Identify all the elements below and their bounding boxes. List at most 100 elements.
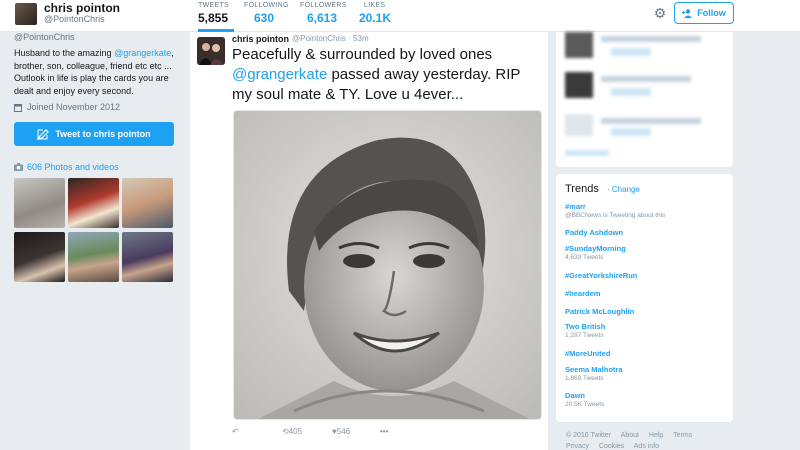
trend-name: Seema Malhotra — [565, 365, 623, 374]
trend-item[interactable]: #SundayMorning 4,639 Tweets — [565, 244, 729, 261]
reply-icon[interactable]: ↶ — [232, 427, 239, 436]
footer-links: © 2016 Twitter About Help Terms Privacy … — [566, 430, 736, 450]
retweet-count: 405 — [288, 427, 303, 436]
photo-thumbnail[interactable] — [14, 232, 65, 282]
trend-subtext: 1,869 Tweets — [565, 375, 604, 382]
tweet-to-button[interactable]: Tweet to chris pointon — [14, 122, 174, 146]
trend-name: Patrick McLoughlin — [565, 307, 635, 316]
trend-item[interactable]: Patrick McLoughlin — [565, 307, 729, 316]
tweet-text: Peacefully & surrounded by loved ones @g… — [232, 45, 544, 105]
pencil-portrait-image — [234, 111, 541, 419]
photo-thumbnail[interactable] — [68, 232, 119, 282]
gear-icon[interactable]: ⚙ — [652, 5, 668, 21]
photos-videos-link[interactable]: 606 Photos and videos — [14, 162, 119, 172]
trends-change-link[interactable]: · Change — [607, 185, 640, 194]
follow-label: Follow — [697, 8, 726, 18]
photo-thumbnail[interactable] — [122, 178, 173, 228]
trend-name: #heardem — [565, 289, 601, 298]
more-icon[interactable]: ••• — [380, 427, 388, 436]
trend-subtext: @BBCNews is Tweeting about this — [565, 212, 666, 219]
photo-thumbnail[interactable] — [14, 178, 65, 228]
retweet-button[interactable]: ⟲ 405 — [282, 427, 302, 436]
trend-item[interactable]: Two British 1,287 Tweets — [565, 322, 729, 339]
who-to-follow-panel — [556, 32, 733, 167]
footer-cookies-link[interactable]: Cookies — [599, 443, 624, 450]
tab-following[interactable]: FOLLOWING 630 — [244, 2, 288, 32]
suggestion-text — [601, 118, 701, 124]
trend-item[interactable]: Seema Malhotra 1,869 Tweets — [565, 365, 729, 382]
photo-thumbnail[interactable] — [122, 232, 173, 282]
stat-value: 6,613 — [307, 11, 338, 25]
trend-name: #GreatYorkshireRun — [565, 271, 638, 280]
tweet-actions: ↶ ⟲ 405 ♥ 546 ••• — [232, 427, 532, 441]
photo-thumbnail[interactable] — [68, 178, 119, 228]
trend-subtext: 4,639 Tweets — [565, 254, 604, 261]
trend-name: Paddy Ashdown — [565, 228, 624, 237]
footer-privacy-link[interactable]: Privacy — [566, 443, 589, 450]
trend-item[interactable]: #marr @BBCNews is Tweeting about this — [565, 202, 729, 219]
profile-sidebar: @PointonChris Husband to the amazing @gr… — [0, 32, 190, 450]
stat-value: 20.1K — [359, 11, 392, 25]
profile-name[interactable]: chris pointon — [44, 1, 120, 15]
trend-item[interactable]: #MoreUnited — [565, 349, 729, 358]
stat-label: LIKES — [364, 2, 386, 9]
profile-nav: chris pointon @PointonChris TWEETS 5,855… — [0, 0, 800, 32]
trend-item[interactable]: #heardem — [565, 289, 729, 298]
photos-label: 606 Photos and videos — [27, 162, 119, 172]
tweet-meta: @PointonChris · 53m — [292, 34, 369, 43]
profile-handle[interactable]: @PointonChris — [44, 14, 105, 24]
camera-icon — [14, 163, 23, 171]
suggestion-text — [601, 36, 701, 42]
trend-name: Dawn — [565, 391, 586, 400]
avatar[interactable] — [565, 72, 593, 98]
avatar[interactable] — [565, 114, 593, 136]
add-user-icon — [682, 8, 693, 18]
footer-help-link[interactable]: Help — [649, 432, 663, 439]
footer-ads-link[interactable]: Ads info — [634, 443, 659, 450]
trend-item[interactable]: Dawn 20.5K Tweets — [565, 391, 729, 408]
tab-tweets[interactable]: TWEETS 5,855 — [198, 2, 234, 32]
joined-date: Joined November 2012 — [14, 102, 120, 112]
trend-name: Two British — [565, 322, 606, 331]
avatar[interactable] — [14, 2, 38, 26]
trend-name: #marr — [565, 202, 586, 211]
footer-terms-link[interactable]: Terms — [673, 432, 692, 439]
trend-subtext: 20.5K Tweets — [565, 401, 605, 408]
tab-followers[interactable]: FOLLOWERS 6,613 — [300, 2, 346, 32]
tweet-text-part: Peacefully & surrounded by loved ones — [232, 46, 493, 63]
avatar-photo — [197, 37, 225, 65]
stat-label: TWEETS — [198, 2, 229, 9]
suggestion-text — [601, 76, 691, 82]
bio-mention-link[interactable]: @grangerkate — [114, 48, 171, 58]
trends-panel: Trends · Change #marr @BBCNews is Tweeti… — [556, 174, 733, 422]
find-friends-link[interactable] — [565, 150, 609, 156]
trend-name: #SundayMorning — [565, 244, 626, 253]
follow-button[interactable] — [611, 128, 651, 136]
footer-copyright: © 2016 Twitter — [566, 432, 612, 439]
follow-button[interactable] — [611, 88, 651, 96]
tweet-author-name[interactable]: chris pointon — [232, 34, 289, 44]
tweet-author-handle[interactable]: @PointonChris — [292, 34, 346, 43]
profile-handle[interactable]: @PointonChris — [14, 32, 75, 42]
follow-button[interactable]: Follow — [674, 2, 734, 24]
footer-about-link[interactable]: About — [621, 432, 639, 439]
stat-value: 5,855 — [198, 11, 229, 25]
tweet-card[interactable]: chris pointon @PointonChris · 53m Peacef… — [190, 32, 548, 450]
tab-likes[interactable]: LIKES 20.1K — [359, 2, 395, 32]
like-count: 546 — [336, 427, 351, 436]
tweet-timestamp[interactable]: · 53m — [348, 34, 368, 43]
compose-icon — [37, 128, 50, 140]
like-button[interactable]: ♥ 546 — [332, 427, 350, 436]
avatar[interactable] — [565, 32, 593, 58]
trend-subtext: 1,287 Tweets — [565, 332, 604, 339]
trend-item[interactable]: Paddy Ashdown — [565, 228, 729, 237]
trend-name: #MoreUnited — [565, 349, 611, 358]
trend-item[interactable]: #GreatYorkshireRun — [565, 271, 729, 280]
profile-bio: Husband to the amazing @grangerkate, bro… — [14, 47, 182, 97]
stat-label: FOLLOWING — [244, 2, 289, 9]
tweet-mention-link[interactable]: @grangerkate — [232, 66, 327, 83]
follow-button[interactable] — [611, 48, 651, 56]
tweet-author-avatar[interactable] — [197, 37, 225, 65]
tweet-photo[interactable] — [233, 110, 542, 420]
stat-value: 630 — [254, 11, 275, 25]
